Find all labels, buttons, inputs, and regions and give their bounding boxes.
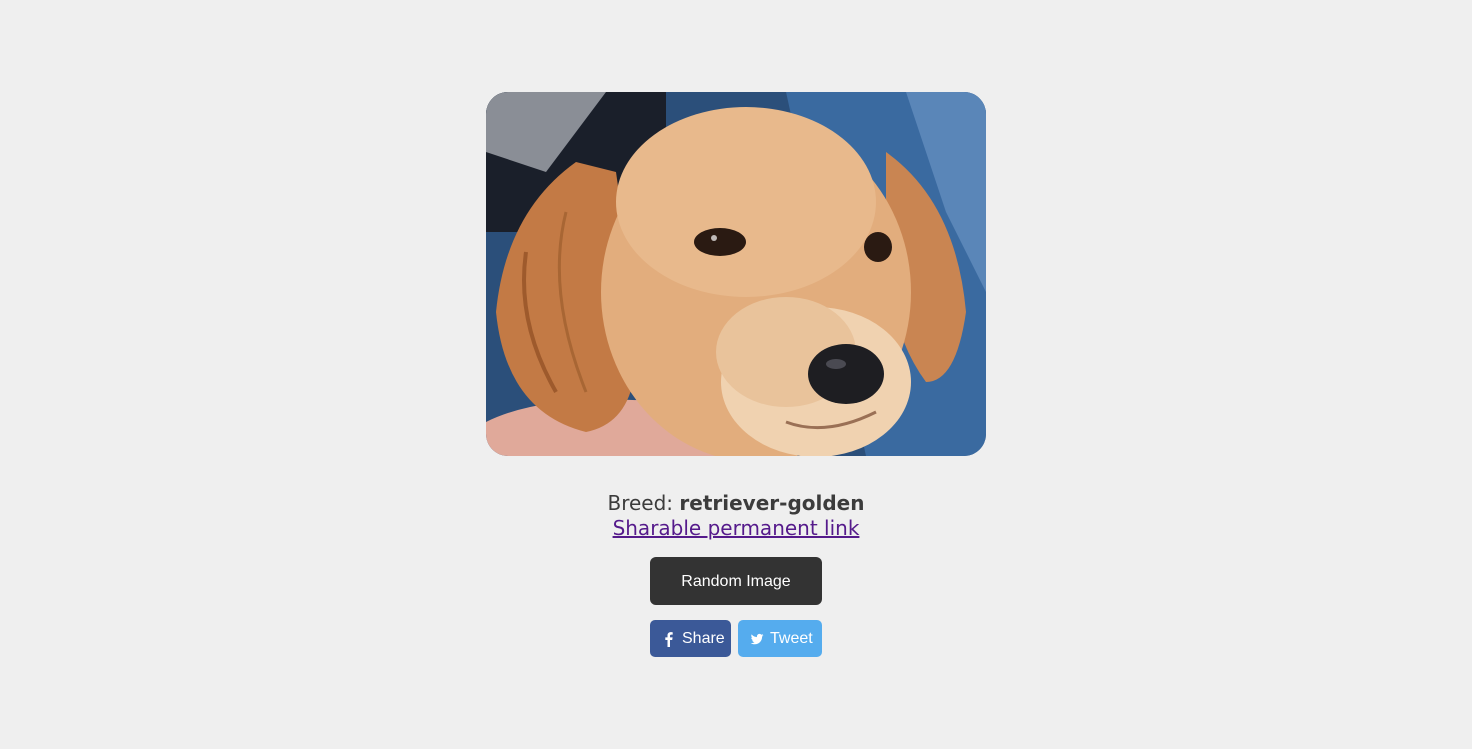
facebook-share-label: Share <box>682 629 725 647</box>
facebook-share-button[interactable]: Share <box>650 620 731 657</box>
twitter-tweet-button[interactable]: Tweet <box>738 620 822 657</box>
random-image-button[interactable]: Random Image <box>650 557 822 605</box>
dog-image <box>486 92 986 456</box>
twitter-tweet-label: Tweet <box>770 629 813 647</box>
breed-value: retriever-golden <box>679 491 865 515</box>
facebook-icon <box>662 631 676 647</box>
permalink-row: Sharable permanent link <box>0 515 1472 541</box>
breed-line: Breed: retriever-golden <box>0 490 1472 516</box>
page: Breed: retriever-golden Sharable permane… <box>0 0 1472 749</box>
sharable-permanent-link[interactable]: Sharable permanent link <box>613 516 860 540</box>
twitter-icon <box>750 631 764 647</box>
breed-label: Breed: <box>607 491 674 515</box>
